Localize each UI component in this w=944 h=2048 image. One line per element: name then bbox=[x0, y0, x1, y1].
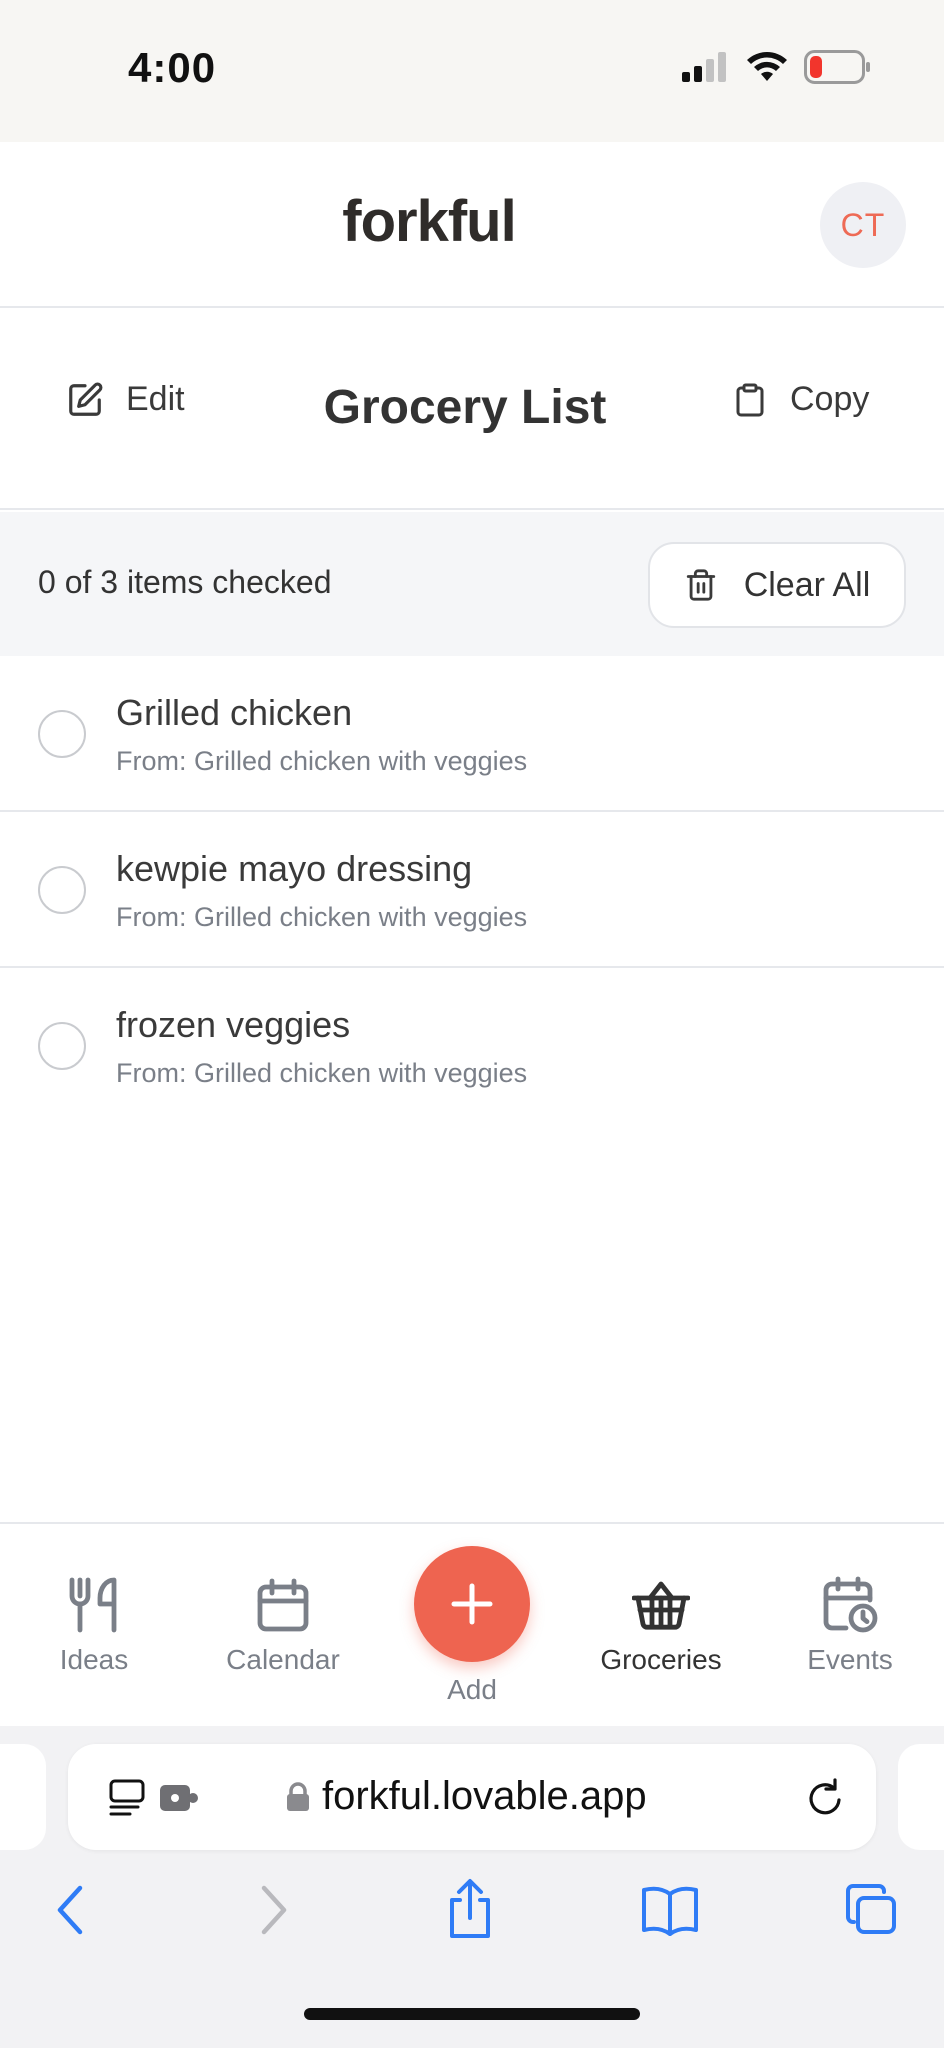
item-checkbox[interactable] bbox=[38, 710, 86, 758]
nav-groceries-label: Groceries bbox=[600, 1644, 722, 1675]
nav-ideas[interactable]: Ideas bbox=[9, 1574, 179, 1676]
status-time: 4:00 bbox=[128, 44, 217, 91]
fork-knife-icon bbox=[69, 1577, 117, 1633]
browser-toolbar bbox=[0, 1878, 944, 1958]
share-icon[interactable] bbox=[444, 1878, 496, 1940]
nav-groceries[interactable]: Groceries bbox=[576, 1574, 746, 1676]
copy-label: Copy bbox=[790, 380, 870, 418]
previous-tab-peek[interactable] bbox=[0, 1744, 46, 1850]
forward-icon[interactable] bbox=[256, 1884, 292, 1936]
next-tab-peek[interactable] bbox=[898, 1744, 944, 1850]
address-bar[interactable]: forkful.lovable.app bbox=[68, 1744, 876, 1850]
nav-events-label: Events bbox=[807, 1644, 893, 1675]
clipboard-icon bbox=[736, 383, 764, 416]
basket-icon bbox=[632, 1581, 690, 1630]
list-item[interactable]: Grilled chicken From: Grilled chicken wi… bbox=[0, 656, 944, 812]
back-icon[interactable] bbox=[52, 1884, 88, 1936]
clear-all-label: Clear All bbox=[743, 565, 871, 604]
bookmarks-icon[interactable] bbox=[640, 1884, 700, 1936]
add-button[interactable] bbox=[414, 1546, 530, 1662]
item-name: Grilled chicken bbox=[116, 692, 353, 733]
nav-calendar[interactable]: Calendar bbox=[198, 1574, 368, 1676]
nav-add-label: Add bbox=[447, 1674, 497, 1705]
plus-icon bbox=[451, 1583, 493, 1625]
item-checkbox[interactable] bbox=[38, 866, 86, 914]
copy-button[interactable]: Copy bbox=[732, 380, 869, 419]
nav-calendar-label: Calendar bbox=[226, 1644, 340, 1675]
item-name: frozen veggies bbox=[116, 1004, 351, 1045]
browser-chrome: forkful.lovable.app bbox=[0, 1726, 944, 2048]
extension-icon bbox=[160, 1785, 198, 1811]
item-checkbox[interactable] bbox=[38, 1022, 86, 1070]
clear-all-button[interactable]: Clear All bbox=[648, 542, 906, 628]
app-logo[interactable]: forkful bbox=[0, 188, 858, 255]
status-bar: 4:00 bbox=[0, 0, 944, 142]
url-display[interactable]: forkful.lovable.app bbox=[286, 1774, 647, 1819]
checked-count: 0 of 3 items checked bbox=[38, 564, 332, 600]
calendar-icon bbox=[257, 1578, 309, 1632]
item-source: From: Grilled chicken with veggies bbox=[116, 1058, 528, 1088]
status-icons bbox=[682, 50, 870, 84]
reader-tabs-icon bbox=[109, 1779, 145, 1816]
tabs-icon[interactable] bbox=[844, 1884, 900, 1936]
url-text: forkful.lovable.app bbox=[322, 1774, 647, 1818]
list-item[interactable]: frozen veggies From: Grilled chicken wit… bbox=[0, 968, 944, 1124]
user-avatar[interactable]: CT bbox=[820, 182, 906, 268]
item-source: From: Grilled chicken with veggies bbox=[116, 746, 528, 776]
nav-ideas-label: Ideas bbox=[59, 1644, 129, 1675]
trash-icon bbox=[686, 569, 715, 601]
home-indicator bbox=[304, 2008, 640, 2020]
bottom-nav: Ideas Calendar Add Groceries Events bbox=[0, 1522, 944, 1726]
reload-icon[interactable] bbox=[806, 1776, 846, 1818]
cellular-signal-icon bbox=[682, 52, 726, 82]
wifi-icon bbox=[747, 52, 787, 81]
lock-icon bbox=[287, 1781, 309, 1811]
calendar-clock-icon bbox=[823, 1576, 878, 1633]
battery-low-icon bbox=[804, 50, 870, 84]
nav-events[interactable]: Events bbox=[765, 1574, 935, 1676]
summary-bar: 0 of 3 items checked Clear All bbox=[0, 512, 944, 656]
item-source: From: Grilled chicken with veggies bbox=[116, 902, 528, 932]
grocery-list: Grilled chicken From: Grilled chicken wi… bbox=[0, 656, 944, 1124]
app-header: forkful CT bbox=[0, 142, 944, 308]
list-toolbar: Edit Grocery List Copy bbox=[0, 308, 944, 510]
page-menu-button[interactable] bbox=[108, 1778, 200, 1818]
list-item[interactable]: kewpie mayo dressing From: Grilled chick… bbox=[0, 812, 944, 968]
item-name: kewpie mayo dressing bbox=[116, 848, 473, 889]
